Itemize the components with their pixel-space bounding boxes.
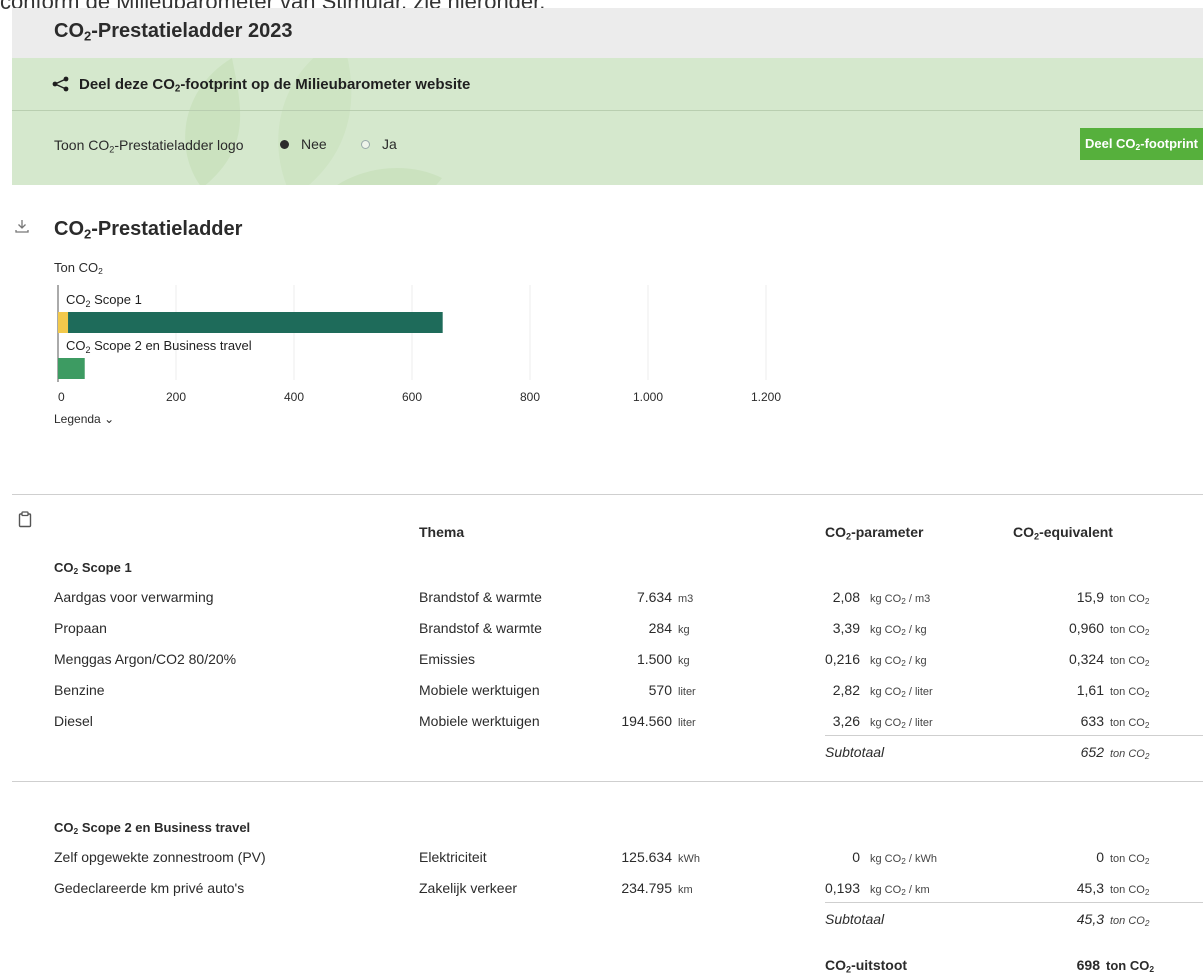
bar-category-label: CO2 Scope 1 bbox=[66, 292, 142, 309]
total-label: CO2-uitstoot bbox=[825, 957, 908, 975]
unit-ton-co2: ton CO2 bbox=[1110, 748, 1150, 762]
table-row-amount: 1.500 kg bbox=[636, 651, 690, 667]
unit-kg-co2-per: kg CO2 / liter bbox=[870, 686, 933, 700]
unit-ton-co2: ton CO2 bbox=[1110, 853, 1150, 867]
table-row-name: Diesel bbox=[54, 713, 93, 729]
subtotal-divider bbox=[825, 735, 1203, 736]
bar-segment bbox=[58, 312, 69, 333]
subtotal-divider bbox=[825, 902, 1203, 903]
unit-kg-co2-per: kg CO2 / liter bbox=[870, 717, 933, 731]
table-row-equivalent: 45,3 ton CO2 bbox=[1076, 880, 1150, 898]
group-title: CO2 Scope 2 en Business travel bbox=[54, 820, 251, 837]
table-row-parameter: 3,39 kg CO2 / kg bbox=[832, 620, 927, 638]
share-footprint-button[interactable]: Deel CO2-footprint bbox=[1080, 128, 1203, 160]
table-row-equivalent: 0,324 ton CO2 bbox=[1068, 651, 1150, 669]
subtotal-label: Subtotaal bbox=[825, 744, 885, 760]
subtotal-value: 652 ton CO2 bbox=[1080, 744, 1150, 762]
table-row-amount: 7.634 m3 bbox=[636, 589, 694, 605]
unit-kg-co2-per: kg CO2 / km bbox=[870, 884, 930, 898]
unit-kg-co2-per: kg CO2 / m3 bbox=[870, 593, 931, 607]
col-header-thema: Thema bbox=[419, 524, 465, 540]
x-tick-label: 1.000 bbox=[633, 390, 663, 404]
unit-ton-co2: ton CO2 bbox=[1110, 915, 1150, 929]
table-row-thema: Elektriciteit bbox=[419, 849, 487, 865]
unit-kg-co2-per: kg CO2 / kg bbox=[870, 655, 927, 669]
unit-ton-co2: ton CO2 bbox=[1110, 624, 1150, 638]
unit-ton-co2: ton CO2 bbox=[1110, 655, 1150, 669]
table-row-equivalent: 1,61 ton CO2 bbox=[1076, 682, 1150, 700]
download-icon[interactable] bbox=[14, 218, 30, 234]
divider bbox=[12, 781, 1203, 782]
table-row-name: Gedeclareerde km privé auto's bbox=[54, 880, 245, 896]
x-tick-label: 800 bbox=[520, 390, 540, 404]
legend-toggle[interactable]: Legenda ⌄ bbox=[54, 412, 114, 426]
table-row-parameter: 2,08 kg CO2 / m3 bbox=[832, 589, 931, 607]
chart-title: CO2-Prestatieladder bbox=[54, 218, 243, 242]
radio-nee[interactable]: Nee bbox=[280, 136, 327, 152]
table-row-equivalent: 0 ton CO2 bbox=[1096, 849, 1150, 867]
table-row-amount: 125.634 kWh bbox=[621, 849, 700, 865]
unit-kg-co2-per: kg CO2 / kg bbox=[870, 624, 927, 638]
col-header-equivalent: CO2-equivalent bbox=[1013, 524, 1113, 542]
page-title: CO2-Prestatieladder 2023 bbox=[54, 20, 293, 44]
share-panel: Deel deze CO2-footprint op de Milieubaro… bbox=[12, 58, 1203, 185]
table-row-parameter: 0,193 kg CO2 / km bbox=[824, 880, 930, 898]
table-row-name: Benzine bbox=[54, 682, 105, 698]
bar-category-label: CO2 Scope 2 en Business travel bbox=[66, 338, 252, 355]
header-band: CO2-Prestatieladder 2023 bbox=[12, 8, 1203, 58]
show-logo-label: Toon CO2-Prestatieladder logo bbox=[54, 137, 244, 155]
table-row-thema: Mobiele werktuigen bbox=[419, 682, 540, 698]
table-row-amount: 570 liter bbox=[648, 682, 696, 698]
col-header-parameter: CO2-parameter bbox=[825, 524, 924, 542]
table-row-amount: 284 kg bbox=[648, 620, 690, 636]
bar-segment bbox=[68, 312, 443, 333]
x-tick-label: 1.200 bbox=[751, 390, 781, 404]
subtotal-label: Subtotaal bbox=[825, 911, 885, 927]
table-row-thema: Brandstof & warmte bbox=[419, 589, 542, 605]
x-tick-label: 400 bbox=[284, 390, 304, 404]
radio-dot-selected bbox=[280, 139, 289, 149]
chart-unit-label: Ton CO2 bbox=[54, 260, 103, 277]
divider bbox=[12, 494, 1203, 495]
radio-dot-unselected bbox=[361, 139, 370, 149]
share-title: Deel deze CO2-footprint op de Milieubaro… bbox=[79, 76, 471, 95]
table-row-thema: Brandstof & warmte bbox=[419, 620, 542, 636]
table-row-name: Menggas Argon/CO2 80/20% bbox=[54, 651, 237, 667]
table-row-parameter: 3,26 kg CO2 / liter bbox=[832, 713, 933, 731]
total-value: 698 ton CO2 bbox=[1076, 957, 1155, 975]
table-row-thema: Mobiele werktuigen bbox=[419, 713, 540, 729]
table-row-parameter: 0,216 kg CO2 / kg bbox=[824, 651, 927, 669]
table-row-parameter: 2,82 kg CO2 / liter bbox=[832, 682, 933, 700]
subtotal-value: 45,3 ton CO2 bbox=[1076, 911, 1150, 929]
co2-bar-chart: 0 200 400 600 800 1.000 1.200 CO2 Scope 1 CO2 Sc… bbox=[57, 285, 781, 404]
table-row-equivalent: 0,960 ton CO2 bbox=[1068, 620, 1150, 638]
x-tick-label: 600 bbox=[402, 390, 422, 404]
unit-ton-co2: ton CO2 bbox=[1110, 717, 1150, 731]
unit-ton-co2: ton CO2 bbox=[1110, 593, 1150, 607]
table-row-name: Aardgas voor verwarming bbox=[54, 589, 214, 605]
table-row-amount: 194.560 liter bbox=[621, 713, 696, 729]
table-row-equivalent: 15,9 ton CO2 bbox=[1076, 589, 1150, 607]
table-row-thema: Zakelijk verkeer bbox=[419, 880, 518, 896]
bar-segment bbox=[58, 358, 85, 379]
table-row-equivalent: 633 ton CO2 bbox=[1080, 713, 1150, 731]
unit-ton-co2: ton CO2 bbox=[1110, 686, 1150, 700]
table-row-parameter: 0 kg CO2 / kWh bbox=[852, 849, 937, 867]
table-row-name: Zelf opgewekte zonnestroom (PV) bbox=[54, 849, 266, 865]
x-tick-label: 200 bbox=[166, 390, 186, 404]
share-icon bbox=[52, 76, 69, 92]
unit-ton-co2: ton CO2 bbox=[1110, 884, 1150, 898]
share-header: Deel deze CO2-footprint op de Milieubaro… bbox=[12, 58, 1203, 111]
clipboard-icon[interactable] bbox=[18, 511, 32, 528]
unit-kg-co2-per: kg CO2 / kWh bbox=[870, 853, 937, 867]
group-title: CO2 Scope 1 bbox=[54, 560, 132, 577]
radio-ja[interactable]: Ja bbox=[361, 136, 397, 152]
x-tick-label: 0 bbox=[58, 390, 65, 404]
table-row-amount: 234.795 km bbox=[621, 880, 693, 896]
table-row-thema: Emissies bbox=[419, 651, 476, 667]
chevron-down-icon: ⌄ bbox=[104, 412, 115, 426]
table-row-name: Propaan bbox=[54, 620, 107, 636]
